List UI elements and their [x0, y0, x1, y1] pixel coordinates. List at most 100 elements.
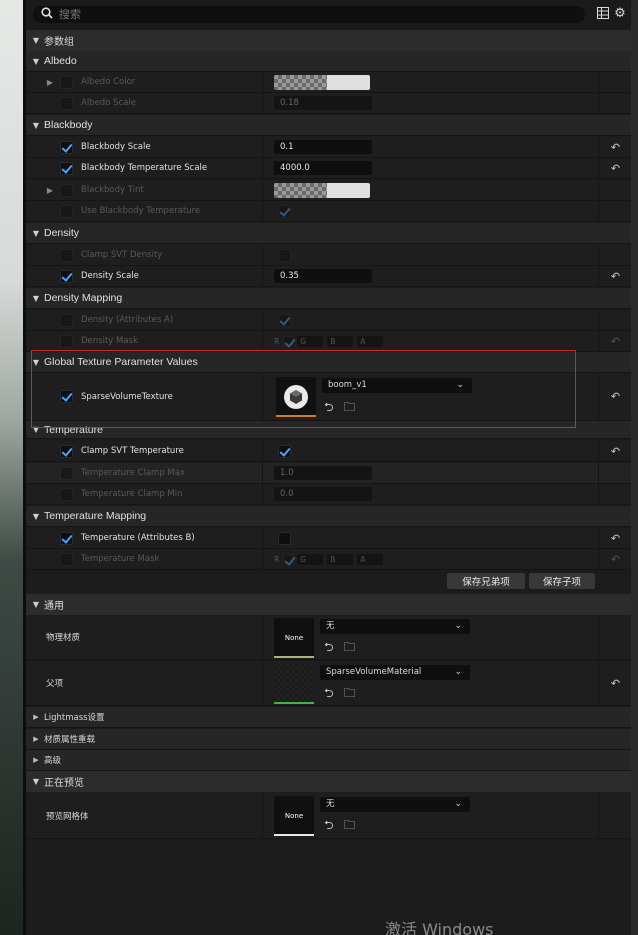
override-checkbox[interactable]	[60, 140, 73, 154]
prop-blackbody-tint: ▶ Blackbody Tint	[26, 180, 631, 201]
reset-arrow-icon[interactable]: ↶	[600, 158, 631, 178]
override-checkbox[interactable]	[60, 466, 73, 480]
search-field[interactable]	[33, 6, 585, 23]
reset-arrow-icon[interactable]: ↶	[600, 661, 631, 705]
override-checkbox[interactable]	[60, 390, 73, 403]
value-checkbox[interactable]	[278, 531, 291, 545]
color-swatch[interactable]	[274, 182, 370, 198]
chevron-down-icon: ⌄	[456, 380, 464, 390]
section-previewing[interactable]: ▼ 正在预览	[26, 771, 631, 792]
folder-search-icon[interactable]: 🗀	[344, 398, 356, 419]
group-material-property-overrides[interactable]: ▶ 材质属性重载	[26, 729, 631, 750]
browse-arrow-icon[interactable]: ⮌	[324, 684, 334, 705]
override-checkbox[interactable]	[60, 96, 73, 110]
expand-arrow-icon[interactable]: ▶	[44, 186, 56, 195]
reset-arrow-icon[interactable]: ↶	[600, 266, 631, 286]
chevron-down-icon: ⌄	[454, 799, 462, 809]
density-scale-input[interactable]: 0.35	[274, 269, 372, 283]
group-density[interactable]: ▼ Density	[26, 223, 631, 244]
prop-blackbody-temperature-scale: Blackbody Temperature Scale 4000.0 ↶	[26, 158, 631, 179]
prop-temperature-attributes: Temperature (Attributes B) ↶	[26, 528, 631, 549]
preview-mesh-dropdown[interactable]: 无 ⌄	[320, 797, 470, 812]
group-albedo[interactable]: ▼ Albedo	[26, 51, 631, 72]
texture-asset-dropdown[interactable]: boom_v1 ⌄	[322, 378, 472, 393]
reset-arrow-icon[interactable]: ↶	[600, 331, 631, 351]
reset-arrow-icon[interactable]: ↶	[600, 528, 631, 548]
section-general[interactable]: ▼ 通用	[26, 594, 631, 615]
browse-arrow-icon[interactable]: ⮌	[324, 398, 334, 419]
reset-arrow-icon[interactable]: ↶	[600, 373, 631, 420]
group-temperature[interactable]: ▼ Temperature	[26, 421, 631, 439]
save-siblings-button[interactable]: 保存兄弟项	[447, 573, 525, 589]
group-density-mapping[interactable]: ▼ Density Mapping	[26, 288, 631, 309]
override-checkbox[interactable]	[60, 334, 73, 348]
prop-clamp-svt-temperature: Clamp SVT Temperature ↶	[26, 441, 631, 462]
caret-down-icon: ▼	[32, 293, 40, 303]
override-checkbox[interactable]	[60, 313, 73, 327]
caret-right-icon: ▶	[33, 756, 39, 764]
channel-mask[interactable]: R G B A	[274, 553, 384, 565]
albedo-scale-input[interactable]: 0.18	[274, 96, 372, 110]
reset-arrow-icon[interactable]: ↶	[600, 441, 631, 461]
blackbody-scale-input[interactable]: 0.1	[274, 140, 372, 154]
group-blackbody[interactable]: ▼ Blackbody	[26, 115, 631, 136]
override-checkbox[interactable]	[60, 183, 73, 197]
prop-sparse-volume-texture: SparseVolumeTexture boom_v1 ⌄ ⮌ 🗀 ↶	[26, 373, 631, 421]
panel-edge	[631, 0, 638, 935]
color-swatch[interactable]	[274, 74, 370, 90]
search-icon	[41, 7, 53, 22]
group-advanced[interactable]: ▶ 高级	[26, 750, 631, 771]
override-checkbox[interactable]	[60, 204, 73, 218]
gear-icon[interactable]: ⚙	[613, 7, 627, 21]
value-checkbox[interactable]	[278, 204, 291, 218]
reset-arrow-icon[interactable]: ↶	[600, 549, 631, 569]
override-checkbox[interactable]	[60, 444, 73, 458]
caret-down-icon: ▼	[32, 357, 40, 367]
override-checkbox[interactable]	[60, 161, 73, 175]
value-checkbox[interactable]	[278, 444, 291, 458]
group-lightmass-settings[interactable]: ▶ Lightmass设置	[26, 707, 631, 728]
caret-right-icon: ▶	[33, 735, 39, 743]
section-param-group[interactable]: ▼ 参数组	[26, 30, 631, 51]
channel-mask[interactable]: R G B A	[274, 335, 384, 347]
value-checkbox[interactable]	[278, 313, 291, 327]
browse-arrow-icon[interactable]: ⮌	[324, 816, 334, 837]
reset-arrow-icon[interactable]: ↶	[600, 137, 631, 157]
caret-down-icon: ▼	[32, 511, 40, 521]
folder-search-icon[interactable]: 🗀	[344, 684, 356, 705]
chevron-down-icon: ⌄	[454, 621, 462, 631]
folder-search-icon[interactable]: 🗀	[344, 816, 356, 837]
grid-icon[interactable]	[596, 7, 610, 21]
caret-down-icon: ▼	[32, 425, 40, 434]
override-checkbox[interactable]	[60, 248, 73, 262]
parent-material-dropdown[interactable]: SparseVolumeMaterial ⌄	[320, 665, 470, 680]
override-checkbox[interactable]	[60, 75, 73, 89]
caret-down-icon: ▼	[32, 228, 40, 238]
group-temperature-mapping[interactable]: ▼ Temperature Mapping	[26, 506, 631, 527]
physical-material-dropdown[interactable]: 无 ⌄	[320, 619, 470, 634]
browse-arrow-icon[interactable]: ⮌	[324, 638, 334, 659]
preview-mesh-thumbnail[interactable]: None	[274, 796, 314, 836]
temperature-clamp-min-input[interactable]: 0.0	[274, 487, 372, 501]
prop-blackbody-scale: Blackbody Scale 0.1 ↶	[26, 137, 631, 158]
value-checkbox[interactable]	[278, 248, 291, 262]
caret-right-icon: ▶	[33, 713, 39, 721]
save-children-button[interactable]: 保存子项	[529, 573, 595, 589]
blackbody-temperature-scale-input[interactable]: 4000.0	[274, 161, 372, 175]
caret-down-icon: ▼	[32, 36, 40, 45]
override-checkbox[interactable]	[60, 552, 73, 566]
search-input[interactable]	[59, 8, 559, 21]
temperature-clamp-max-input[interactable]: 1.0	[274, 466, 372, 480]
prop-density-attributes: Density (Attributes A)	[26, 310, 631, 331]
prop-temperature-clamp-min: Temperature Clamp Min 0.0	[26, 484, 631, 505]
texture-thumbnail[interactable]	[276, 377, 316, 417]
prop-temperature-mask: Temperature Mask R G B A ↶	[26, 549, 631, 570]
group-global-texture-parameter-values[interactable]: ▼ Global Texture Parameter Values	[26, 352, 631, 373]
folder-search-icon[interactable]: 🗀	[344, 638, 356, 659]
override-checkbox[interactable]	[60, 269, 73, 283]
parent-material-thumbnail[interactable]	[274, 664, 314, 704]
override-checkbox[interactable]	[60, 531, 73, 545]
physical-material-thumbnail[interactable]: None	[274, 618, 314, 658]
expand-arrow-icon[interactable]: ▶	[44, 78, 56, 87]
override-checkbox[interactable]	[60, 487, 73, 501]
